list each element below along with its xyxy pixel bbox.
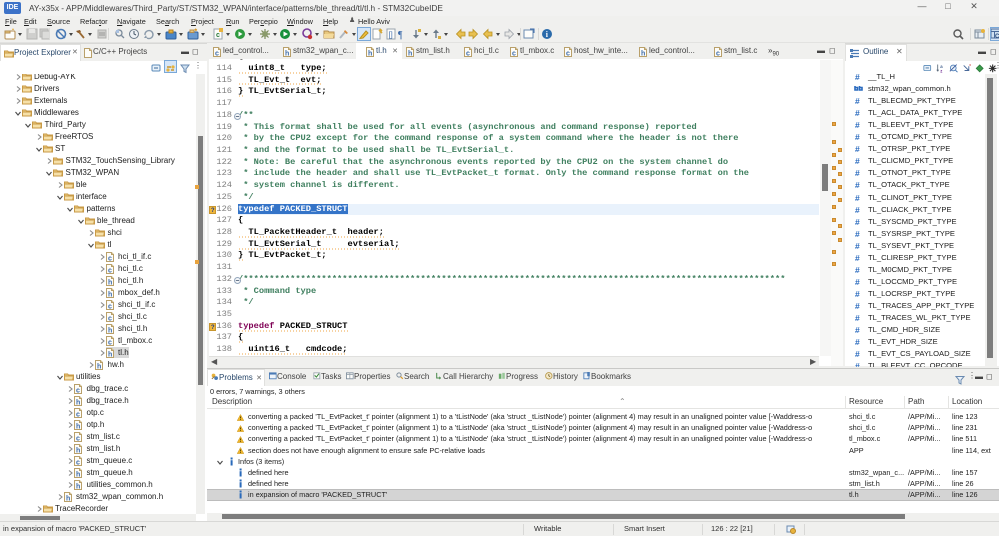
svg-text:c: c: [108, 256, 112, 263]
svg-text:h: h: [408, 51, 412, 58]
svg-text:h: h: [76, 400, 80, 407]
svg-text:c: c: [76, 412, 80, 419]
svg-text:c: c: [76, 460, 80, 467]
svg-text:h: h: [97, 364, 101, 371]
svg-text:h: h: [108, 280, 112, 287]
svg-text:h: h: [285, 51, 289, 58]
svg-text:C: C: [995, 34, 999, 40]
svg-text:h: h: [76, 424, 80, 431]
svg-text:c: c: [108, 304, 112, 311]
svg-text:c: c: [108, 340, 112, 347]
svg-text:h: h: [76, 472, 80, 479]
svg-text:c: c: [716, 51, 720, 58]
svg-text:¶: ¶: [398, 30, 403, 40]
svg-text:c: c: [76, 436, 80, 443]
svg-text:h: h: [76, 448, 80, 455]
svg-text:c: c: [466, 51, 470, 58]
svg-text:c: c: [512, 51, 516, 58]
svg-text:c: c: [566, 51, 570, 58]
svg-text:c: c: [108, 316, 112, 323]
svg-text:c: c: [108, 268, 112, 275]
svg-text:h: h: [66, 496, 70, 503]
svg-text:h: h: [108, 292, 112, 299]
svg-text:h: h: [108, 328, 112, 335]
svg-text:h: h: [641, 51, 645, 58]
svg-text:c: c: [215, 51, 219, 58]
svg-text:c: c: [216, 32, 220, 39]
svg-text:c: c: [76, 388, 80, 395]
svg-text:h: h: [76, 484, 80, 491]
svg-text:h: h: [108, 352, 112, 359]
svg-text:z: z: [940, 69, 942, 73]
svg-text:[]: []: [389, 30, 393, 39]
svg-text:h: h: [368, 51, 372, 58]
